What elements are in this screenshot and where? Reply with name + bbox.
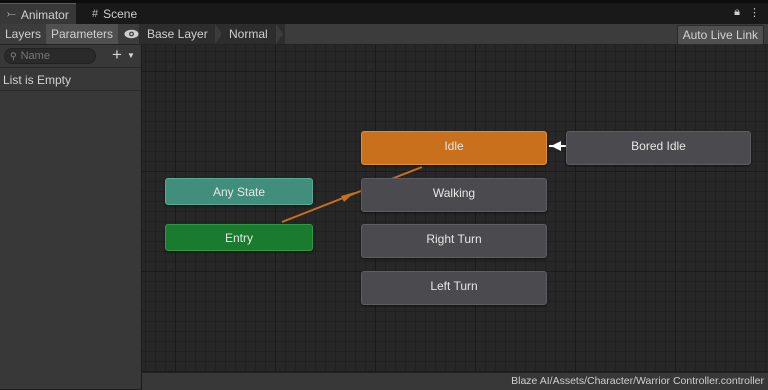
divider	[0, 67, 141, 68]
state-any-state[interactable]: Any State	[165, 178, 313, 205]
breadcrumb-base-layer[interactable]: Base Layer	[139, 24, 224, 44]
state-right-turn[interactable]: Right Turn	[361, 224, 547, 258]
state-walking[interactable]: Walking	[361, 178, 547, 212]
state-entry[interactable]: Entry	[165, 224, 313, 251]
tab-scene[interactable]: # Scene	[85, 3, 144, 24]
animator-toolbar: Layers Parameters Base Layer Normal Auto…	[0, 24, 768, 45]
search-placeholder: Name	[20, 50, 50, 62]
status-bar: Blaze AI/Assets/Character/Warrior Contro…	[142, 372, 768, 390]
tab-animator[interactable]: ⤚ Animator	[0, 3, 76, 25]
state-machine-graph[interactable]	[142, 45, 768, 389]
window-controls: 🔒︎ ⋮	[734, 6, 760, 19]
lock-icon[interactable]: 🔒︎	[734, 6, 740, 19]
parameter-search-field[interactable]: ⚲ Name	[4, 48, 96, 64]
parameters-panel: ⚲ Name + ▼ List is Empty	[0, 45, 142, 389]
plus-icon[interactable]: +	[112, 46, 122, 63]
layers-button[interactable]: Layers	[0, 24, 46, 44]
parameters-button[interactable]: Parameters	[46, 24, 118, 44]
empty-list-label: List is Empty	[3, 73, 72, 87]
chevron-down-icon[interactable]: ▼	[127, 51, 135, 60]
animator-icon: ⤚	[7, 8, 16, 20]
controller-path: Blaze AI/Assets/Character/Warrior Contro…	[511, 375, 764, 387]
window-tab-strip: ⤚ Animator # Scene 🔒︎ ⋮	[0, 0, 768, 25]
breadcrumb-end	[276, 24, 284, 44]
search-icon: ⚲	[10, 50, 17, 61]
kebab-menu-icon[interactable]: ⋮	[749, 6, 760, 19]
auto-live-link-button[interactable]: Auto Live Link	[676, 25, 764, 45]
state-left-turn[interactable]: Left Turn	[361, 271, 547, 305]
eye-icon[interactable]	[123, 25, 139, 43]
divider	[0, 90, 141, 91]
tab-animator-label: Animator	[20, 7, 69, 22]
state-bored-idle[interactable]: Bored Idle	[566, 131, 751, 165]
state-idle[interactable]: Idle	[361, 131, 547, 165]
grid-icon: #	[92, 7, 99, 20]
tab-scene-label: Scene	[103, 6, 138, 21]
